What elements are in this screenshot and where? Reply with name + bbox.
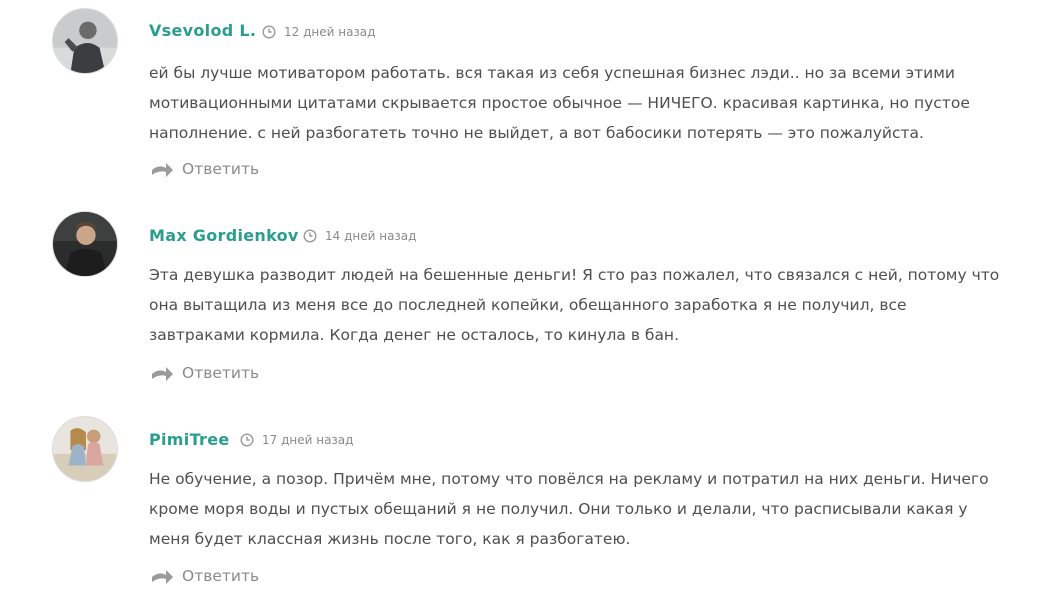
- comment-time: 14 дней назад: [325, 229, 417, 243]
- avatar-image: [53, 212, 117, 276]
- comment-time: 17 дней назад: [262, 433, 354, 447]
- clock-icon: [262, 25, 276, 39]
- avatar[interactable]: [52, 8, 118, 74]
- reply-arrow-icon: [152, 367, 173, 381]
- reply-arrow-icon: [152, 163, 173, 177]
- comment-author[interactable]: PimiTree: [149, 430, 230, 449]
- reply-button[interactable]: Ответить: [150, 364, 259, 382]
- comment-timestamp: 12 дней назад: [262, 25, 375, 39]
- reply-label: Ответить: [182, 160, 260, 178]
- clock-icon: [303, 229, 317, 243]
- avatar[interactable]: [52, 416, 118, 482]
- comment-time: 12 дней назад: [284, 25, 376, 39]
- reply-arrow-icon: [152, 570, 173, 584]
- comment-author[interactable]: Max Gordienkov: [149, 226, 299, 245]
- comment-timestamp: 14 дней назад: [303, 229, 416, 243]
- comment-timestamp: 17 дней назад: [240, 433, 353, 447]
- comment-text: Не обучение, а позор. Причём мне, потому…: [149, 470, 989, 548]
- comment-author[interactable]: Vsevolod L.: [149, 21, 256, 40]
- reply-button[interactable]: Ответить: [150, 160, 259, 178]
- reply-label: Ответить: [182, 364, 260, 382]
- clock-icon: [240, 433, 254, 447]
- avatar-image: [53, 9, 117, 73]
- reply-label: Ответить: [182, 567, 260, 585]
- comment-text: ей бы лучше мотиватором работать. вся та…: [149, 64, 970, 142]
- reply-button[interactable]: Ответить: [150, 567, 259, 585]
- avatar-image: [53, 417, 117, 481]
- comment-text: Эта девушка разводит людей на бешенные д…: [149, 266, 1000, 344]
- avatar[interactable]: [52, 211, 118, 277]
